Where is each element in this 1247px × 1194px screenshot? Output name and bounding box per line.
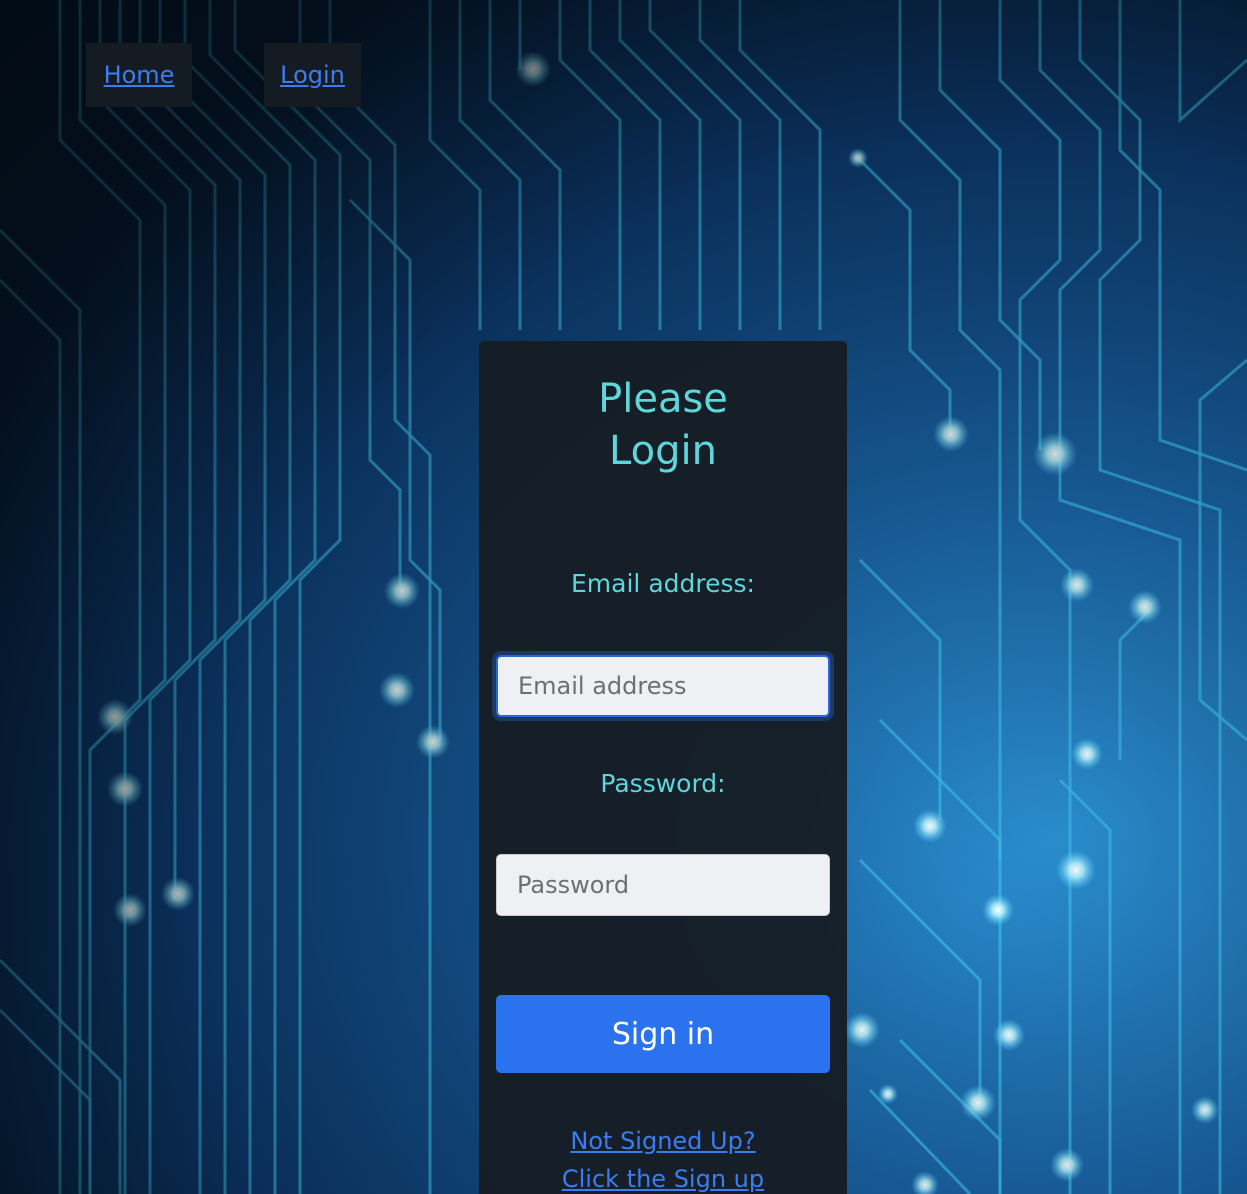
nav-home-link[interactable]: Home — [86, 43, 192, 107]
email-label: Email address: — [571, 569, 755, 598]
page-title: Please Login — [479, 373, 847, 477]
title-line-1: Please — [598, 376, 728, 422]
sign-up-link[interactable]: Click the Sign up — [479, 1165, 847, 1193]
password-label: Password: — [600, 769, 726, 798]
nav-login-link[interactable]: Login — [264, 43, 361, 107]
not-signed-up-link[interactable]: Not Signed Up? — [479, 1127, 847, 1155]
email-field[interactable] — [496, 655, 830, 717]
title-line-2: Login — [609, 428, 717, 474]
password-field[interactable] — [496, 854, 830, 916]
login-card: Please Login Email address: Password: Si… — [479, 341, 847, 1194]
sign-in-button[interactable]: Sign in — [496, 995, 830, 1073]
